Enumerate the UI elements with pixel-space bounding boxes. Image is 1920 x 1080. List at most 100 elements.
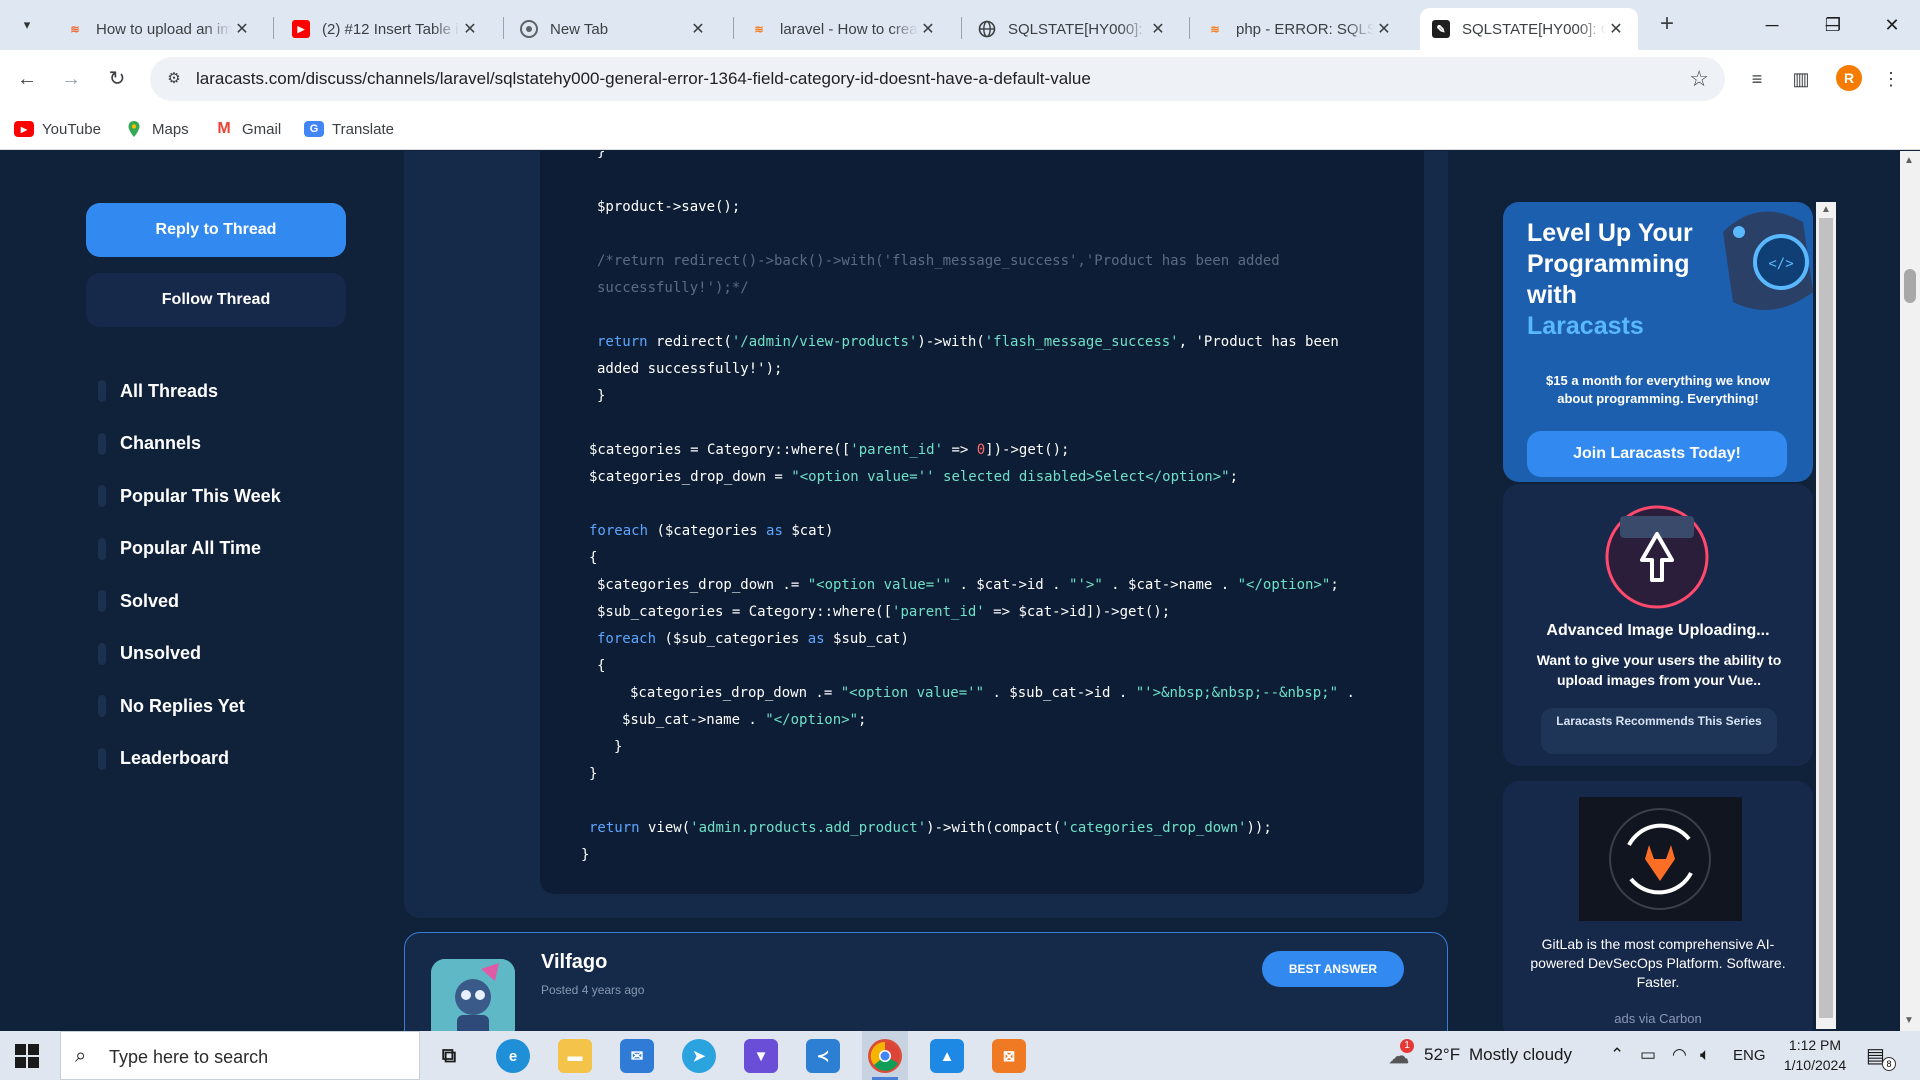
weather-description[interactable]: Mostly cloudy: [1469, 1045, 1572, 1065]
volume-icon[interactable]: 🔈︎: [1700, 1045, 1710, 1065]
nav-label: Unsolved: [120, 643, 202, 664]
side-panel-icon[interactable]: ▥: [1786, 64, 1816, 94]
best-answer-badge[interactable]: BEST ANSWER: [1262, 951, 1404, 987]
gmail-icon: M: [217, 120, 231, 137]
nav-solved[interactable]: Solved: [98, 575, 281, 628]
tab-title: New Tab: [550, 20, 609, 38]
tab-title: php - ERROR: SQLSTA: [1236, 20, 1374, 38]
recommended-series-card[interactable]: Advanced Image Uploading... Want to give…: [1503, 484, 1813, 766]
laracasts-icon: ≋: [70, 23, 80, 36]
taskbar-search-box[interactable]: ⌕ Type here to search: [60, 1031, 420, 1080]
mail-icon[interactable]: ✉: [620, 1039, 654, 1073]
nav-all-threads[interactable]: All Threads: [98, 365, 281, 418]
nav-leaderboard[interactable]: Leaderboard: [98, 733, 281, 786]
nav-popular-this-week[interactable]: Popular This Week: [98, 470, 281, 523]
bookmark-translate[interactable]: G Translate: [304, 116, 394, 142]
page-scrollbar[interactable]: ▲ ▼: [1900, 151, 1920, 1031]
laracasts-icon: ✎: [1432, 20, 1450, 38]
url-text[interactable]: laracasts.com/discuss/channels/laravel/s…: [196, 69, 1091, 89]
stackoverflow-icon: ≋: [1210, 23, 1220, 36]
scrollbar-thumb[interactable]: [1819, 218, 1833, 1018]
tab-youtube-video[interactable]: ▶ (2) #12 Insert Table in ✕: [280, 8, 492, 50]
scrollbar-thumb[interactable]: [1904, 269, 1916, 303]
maps-icon: [124, 121, 144, 137]
tab-upload-image[interactable]: ≋ How to upload an image ✕: [54, 8, 264, 50]
forward-arrow-icon[interactable]: →: [56, 64, 86, 94]
scroll-down-icon[interactable]: ▼: [1904, 1015, 1914, 1026]
nav-unsolved[interactable]: Unsolved: [98, 628, 281, 681]
clock-date[interactable]: 1/10/2024: [1774, 1057, 1856, 1073]
clock-time[interactable]: 1:12 PM: [1778, 1037, 1852, 1053]
ad-attribution[interactable]: ads via Carbon: [1503, 1011, 1813, 1026]
language-indicator[interactable]: ENG: [1733, 1047, 1766, 1064]
code-line: $categories = Category::where(['parent_i…: [589, 442, 1070, 458]
close-icon[interactable]: ✕: [1148, 19, 1168, 39]
weather-temperature[interactable]: 52°F: [1424, 1045, 1460, 1065]
sidebar-scrollbar[interactable]: ▲: [1816, 202, 1836, 1029]
nav-popular-all-time[interactable]: Popular All Time: [98, 523, 281, 576]
tab-sqlstate-active[interactable]: ✎ SQLSTATE[HY000]: Ge ✕: [1420, 8, 1638, 50]
follow-thread-button[interactable]: Follow Thread: [86, 273, 346, 327]
reply-posted-time: Posted 4 years ago: [541, 983, 645, 997]
nav-no-replies-yet[interactable]: No Replies Yet: [98, 680, 281, 733]
tab-title: How to upload an image: [96, 20, 232, 38]
task-view-icon[interactable]: ⧉: [432, 1039, 466, 1073]
tab-laravel-question[interactable]: ≋ laravel - How to create ✕: [738, 8, 950, 50]
carbon-ad-card[interactable]: GitLab is the most comprehensive AI-powe…: [1503, 781, 1813, 1031]
restore-icon[interactable]: ❐: [1813, 8, 1853, 42]
series-title[interactable]: Advanced Image Uploading...: [1503, 622, 1813, 640]
minimize-icon[interactable]: ─: [1752, 8, 1792, 42]
tab-title: laravel - How to create: [780, 20, 918, 38]
xampp-icon[interactable]: ⊠: [992, 1039, 1026, 1073]
vscode-icon[interactable]: ≺: [806, 1039, 840, 1073]
ad-text[interactable]: GitLab is the most comprehensive AI-powe…: [1521, 935, 1795, 992]
close-icon[interactable]: ✕: [232, 19, 252, 39]
close-icon[interactable]: ✕: [1374, 19, 1394, 39]
battery-icon[interactable]: ▭: [1640, 1045, 1656, 1065]
address-bar[interactable]: ⚙ laracasts.com/discuss/channels/laravel…: [150, 57, 1725, 101]
avatar[interactable]: [431, 959, 515, 1031]
reload-icon[interactable]: ↻: [102, 64, 132, 94]
media-controls-icon[interactable]: ≡: [1742, 64, 1772, 94]
bookmark-youtube[interactable]: ▶ YouTube: [14, 116, 101, 142]
tab-new-tab[interactable]: New Tab ✕: [508, 8, 720, 50]
scroll-up-icon[interactable]: ▲: [1904, 155, 1914, 166]
notification-count-badge: 8: [1882, 1057, 1896, 1071]
close-icon[interactable]: ✕: [460, 19, 480, 39]
bookmark-gmail[interactable]: M Gmail: [214, 116, 281, 142]
code-line: }: [614, 739, 623, 755]
close-icon[interactable]: ✕: [1606, 19, 1626, 39]
photos-icon[interactable]: ▲: [930, 1039, 964, 1073]
profile-avatar[interactable]: R: [1836, 65, 1862, 91]
window-close-icon[interactable]: ✕: [1872, 8, 1912, 42]
nav-channels[interactable]: Channels: [98, 418, 281, 471]
scroll-up-icon[interactable]: ▲: [1821, 204, 1831, 215]
new-tab-plus-icon[interactable]: +: [1652, 10, 1682, 40]
laracasts-promo-card: Level Up Your Programming with Laracasts…: [1503, 202, 1813, 482]
chrome-icon[interactable]: [868, 1039, 902, 1073]
back-arrow-icon[interactable]: ←: [12, 64, 42, 94]
tab-sqlstate-search[interactable]: SQLSTATE[HY000]: Ge ✕: [966, 8, 1180, 50]
wifi-icon[interactable]: ◠: [1672, 1045, 1687, 1065]
bookmark-star-icon[interactable]: ☆: [1689, 66, 1709, 92]
show-hidden-icons-chevron-icon[interactable]: ⌃: [1610, 1045, 1624, 1065]
telegram-icon[interactable]: ➤: [682, 1039, 716, 1073]
bookmark-maps[interactable]: Maps: [124, 116, 189, 142]
more-menu-icon[interactable]: ⋮: [1876, 64, 1906, 94]
file-explorer-icon[interactable]: ▬: [558, 1039, 592, 1073]
tab-search-chevron-icon[interactable]: ▾: [12, 10, 42, 40]
reply-author-name[interactable]: Vilfago: [541, 951, 607, 974]
youtube-icon: ▶: [14, 121, 34, 137]
edge-browser-icon[interactable]: e: [496, 1039, 530, 1073]
nav-label: Channels: [120, 433, 202, 454]
nav-bullet: [98, 537, 106, 560]
tab-php-error[interactable]: ≋ php - ERROR: SQLSTA ✕: [1194, 8, 1406, 50]
gitlab-logo-icon[interactable]: [1579, 797, 1742, 921]
windows-start-icon[interactable]: [14, 1043, 40, 1069]
join-laracasts-button[interactable]: Join Laracasts Today!: [1527, 431, 1787, 477]
close-icon[interactable]: ✕: [918, 19, 938, 39]
site-settings-icon[interactable]: ⚙: [164, 69, 184, 89]
vpn-app-icon[interactable]: ▼: [744, 1039, 778, 1073]
close-icon[interactable]: ✕: [688, 19, 708, 39]
reply-to-thread-button[interactable]: Reply to Thread: [86, 203, 346, 257]
